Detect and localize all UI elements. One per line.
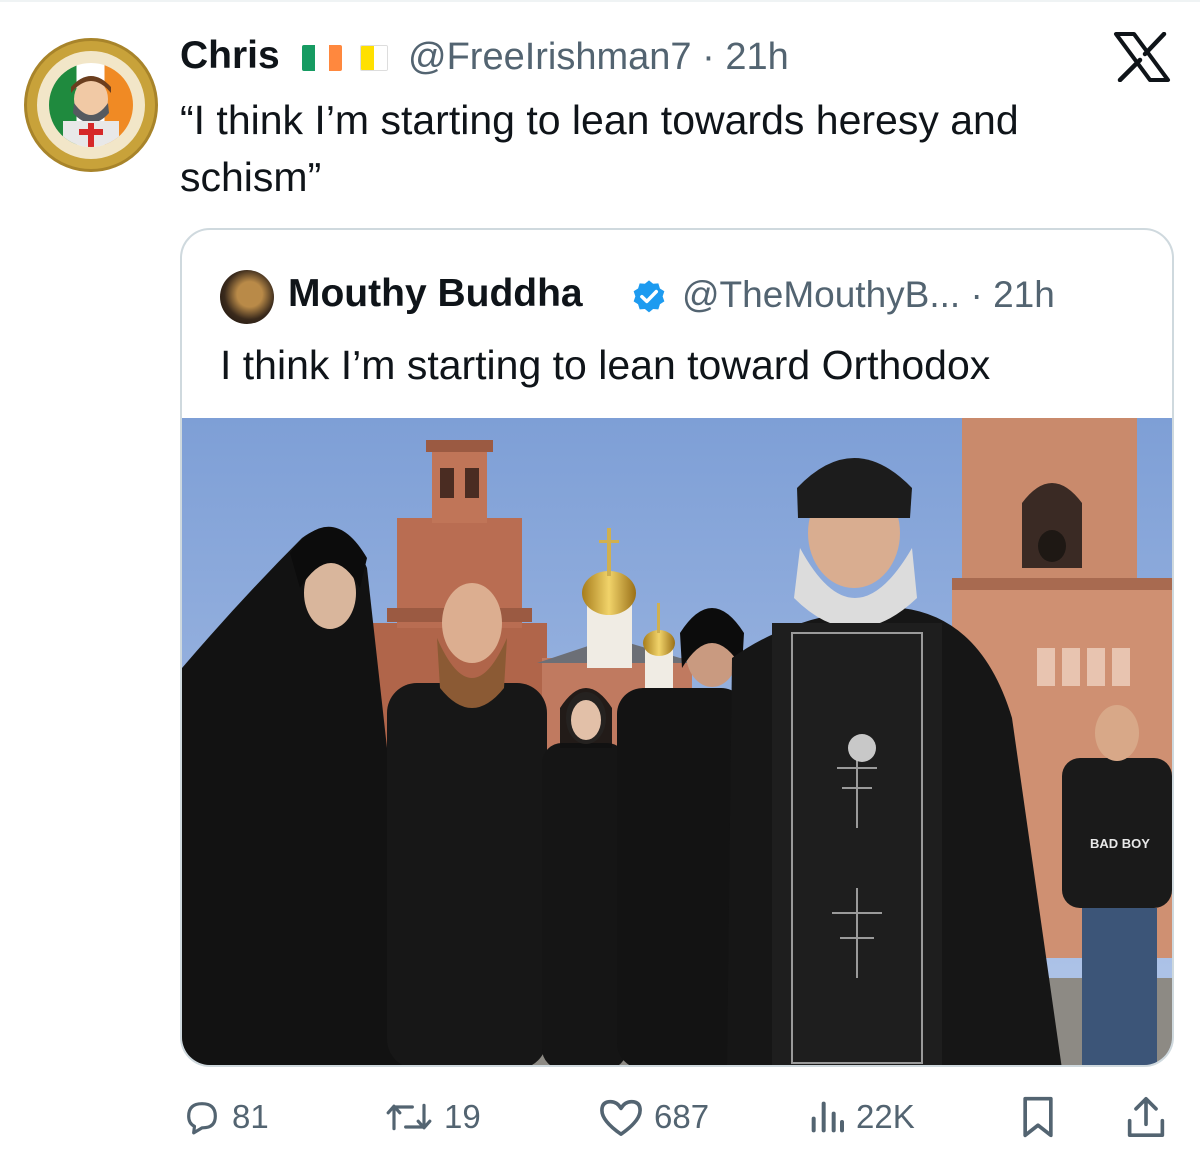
reply-icon [187, 1102, 217, 1135]
reply-button[interactable]: 81 [182, 1094, 269, 1140]
vatican-flag-icon [360, 45, 388, 71]
quote-photo[interactable]: BAD BOY [182, 418, 1174, 1067]
like-count: 687 [654, 1098, 710, 1135]
quote-author-avatar[interactable] [220, 270, 274, 324]
quote-handle[interactable]: @TheMouthyB... [682, 274, 960, 315]
author-avatar[interactable] [24, 38, 158, 172]
handle-separator: · [702, 36, 715, 78]
irish-flag-icon [302, 45, 342, 71]
bookmark-icon [1023, 1096, 1053, 1138]
quote-author-name[interactable]: Mouthy Buddha [288, 272, 583, 316]
avatar-portrait [49, 63, 133, 147]
quote-handle-line[interactable]: @TheMouthyB... · 21h [682, 274, 1055, 316]
author-handle[interactable]: @FreeIrishman7 [408, 36, 692, 78]
repost-icon [386, 1103, 432, 1131]
author-name[interactable]: Chris [180, 34, 280, 78]
bad-boy-shirt-label: BAD BOY [1090, 836, 1150, 851]
quote-separator: · [970, 274, 983, 315]
saint-patrick-icon [63, 76, 119, 147]
heart-icon [600, 1099, 642, 1136]
views-button[interactable]: 22K [808, 1094, 915, 1140]
quote-text: I think I’m starting to lean toward Orth… [220, 342, 991, 388]
share-button[interactable] [1126, 1094, 1166, 1140]
tweet-text: “I think I’m starting to lean towards he… [180, 97, 1019, 200]
like-button[interactable]: 687 [598, 1094, 709, 1140]
reply-count: 81 [232, 1098, 269, 1135]
quote-tweet-card[interactable]: Mouthy Buddha @TheMouthyB... · 21h I thi… [180, 228, 1174, 1067]
top-divider [0, 0, 1200, 2]
views-count: 22K [856, 1098, 915, 1135]
x-logo-icon[interactable] [1112, 32, 1172, 82]
verified-badge-icon [633, 280, 665, 313]
repost-button[interactable]: 19 [384, 1094, 481, 1140]
bookmark-button[interactable] [1018, 1094, 1058, 1140]
quote-time[interactable]: 21h [993, 274, 1055, 315]
tweet-time[interactable]: 21h [725, 36, 788, 78]
author-handle-line[interactable]: @FreeIrishman7 · 21h [408, 36, 789, 79]
repost-count: 19 [444, 1098, 481, 1135]
share-icon [1127, 1097, 1165, 1137]
views-icon [811, 1101, 844, 1133]
